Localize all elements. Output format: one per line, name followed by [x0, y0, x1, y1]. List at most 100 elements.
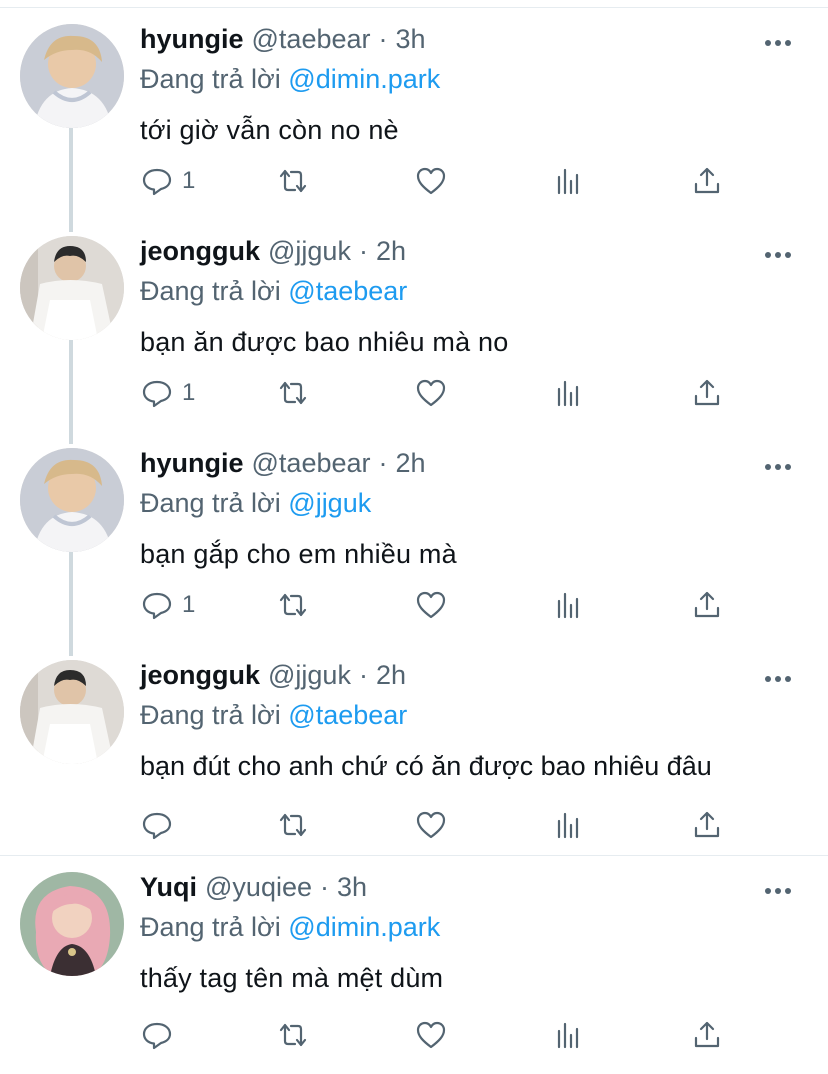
stats-button[interactable]	[552, 585, 586, 625]
tweet[interactable]: hyungie @taebear · 2h Đang trả lời @jjgu…	[0, 448, 828, 648]
timestamp[interactable]: 3h	[396, 24, 426, 55]
reply-icon	[142, 168, 172, 196]
reply-button[interactable]: 1	[140, 373, 195, 413]
retweet-button[interactable]	[276, 805, 310, 845]
avatar[interactable]	[20, 236, 124, 340]
like-button[interactable]	[414, 1015, 448, 1055]
action-bar	[140, 1015, 780, 1055]
avatar-image	[20, 660, 124, 764]
reply-button[interactable]	[140, 805, 182, 845]
avatar-image	[20, 236, 124, 340]
action-bar: 1	[140, 373, 780, 413]
user-handle[interactable]: @jjguk	[268, 660, 351, 691]
reply-count: 1	[182, 379, 196, 406]
tweet[interactable]: hyungie @taebear · 3h Đang trả lời @dimi…	[0, 24, 828, 224]
timestamp[interactable]: 2h	[376, 660, 406, 691]
more-icon[interactable]	[758, 454, 798, 480]
more-icon[interactable]	[758, 666, 798, 692]
timestamp[interactable]: 3h	[337, 872, 367, 903]
like-button[interactable]	[414, 161, 448, 201]
mention-link[interactable]: @taebear	[288, 700, 407, 730]
replying-to: Đang trả lời @dimin.park	[140, 912, 810, 950]
reply-icon	[142, 592, 172, 620]
stats-button[interactable]	[552, 1015, 586, 1055]
separator: ·	[320, 872, 329, 902]
user-handle[interactable]: @taebear	[252, 448, 371, 479]
share-icon	[694, 811, 720, 838]
replying-to: Đang trả lời @dimin.park	[140, 64, 810, 102]
user-handle[interactable]: @jjguk	[268, 236, 351, 267]
tweet[interactable]: jeongguk @jjguk · 2h Đang trả lời @taebe…	[0, 236, 828, 436]
retweet-icon	[279, 593, 307, 617]
display-name[interactable]: jeongguk	[140, 660, 260, 691]
stats-icon	[557, 592, 579, 619]
retweet-icon	[279, 1023, 307, 1047]
avatar[interactable]	[20, 872, 124, 976]
separator: ·	[358, 236, 368, 266]
display-name[interactable]: hyungie	[140, 448, 244, 479]
stats-button[interactable]	[552, 805, 586, 845]
stats-icon	[557, 1022, 579, 1049]
reply-icon	[142, 380, 172, 408]
mention-link[interactable]: @taebear	[288, 276, 407, 306]
share-button[interactable]	[690, 161, 724, 201]
separator: ·	[378, 24, 388, 54]
tweet-text: bạn đút cho anh chứ có ăn được bao nhiêu…	[140, 751, 712, 781]
share-button[interactable]	[690, 585, 724, 625]
display-name[interactable]: Yuqi	[140, 872, 197, 903]
display-name[interactable]: hyungie	[140, 24, 244, 55]
action-bar: 1	[140, 585, 780, 625]
tweet-text: bạn ăn được bao nhiêu mà no	[140, 327, 509, 357]
retweet-button[interactable]	[276, 373, 310, 413]
more-icon[interactable]	[758, 242, 798, 268]
tweet[interactable]: Yuqi @yuqiee · 3h Đang trả lời @dimin.pa…	[0, 872, 828, 1072]
avatar[interactable]	[20, 660, 124, 764]
avatar-image	[20, 24, 124, 128]
reply-button[interactable]: 1	[140, 161, 195, 201]
mention-link[interactable]: @dimin.park	[288, 64, 440, 94]
share-icon	[694, 167, 720, 194]
tweet-header: jeongguk @jjguk · 2h	[140, 236, 810, 276]
retweet-icon	[279, 381, 307, 405]
avatar[interactable]	[20, 24, 124, 128]
reply-button[interactable]: 1	[140, 585, 195, 625]
share-button[interactable]	[690, 1015, 724, 1055]
retweet-button[interactable]	[276, 161, 310, 201]
timestamp[interactable]: 2h	[396, 448, 426, 479]
user-handle[interactable]: @yuqiee	[205, 872, 312, 903]
avatar-image	[20, 872, 124, 976]
mention-link[interactable]: @dimin.park	[288, 912, 440, 942]
avatar-image	[20, 448, 124, 552]
like-button[interactable]	[414, 805, 448, 845]
avatar[interactable]	[20, 448, 124, 552]
action-bar: 1	[140, 161, 780, 201]
mention-link[interactable]: @jjguk	[288, 488, 371, 518]
stats-button[interactable]	[552, 161, 586, 201]
top-divider	[0, 7, 828, 8]
stats-icon	[557, 168, 579, 195]
replying-to-label: Đang trả lời	[140, 64, 281, 94]
heart-icon	[416, 1021, 446, 1049]
share-button[interactable]	[690, 805, 724, 845]
timestamp[interactable]: 2h	[376, 236, 406, 267]
reply-count: 1	[182, 167, 196, 194]
replying-to: Đang trả lời @taebear	[140, 700, 810, 738]
display-name[interactable]: jeongguk	[140, 236, 260, 267]
retweet-icon	[279, 813, 307, 837]
more-icon[interactable]	[758, 878, 798, 904]
retweet-icon	[279, 169, 307, 193]
stats-icon	[557, 380, 579, 407]
share-button[interactable]	[690, 373, 724, 413]
retweet-button[interactable]	[276, 585, 310, 625]
like-button[interactable]	[414, 585, 448, 625]
share-icon	[694, 1021, 720, 1048]
tweet[interactable]: jeongguk @jjguk · 2h Đang trả lời @taebe…	[0, 660, 828, 850]
more-icon[interactable]	[758, 30, 798, 56]
reply-button[interactable]	[140, 1015, 182, 1055]
tweet-text: tới giờ vẫn còn no nè	[140, 115, 399, 145]
stats-button[interactable]	[552, 373, 586, 413]
retweet-button[interactable]	[276, 1015, 310, 1055]
reply-count: 1	[182, 591, 196, 618]
like-button[interactable]	[414, 373, 448, 413]
user-handle[interactable]: @taebear	[252, 24, 371, 55]
